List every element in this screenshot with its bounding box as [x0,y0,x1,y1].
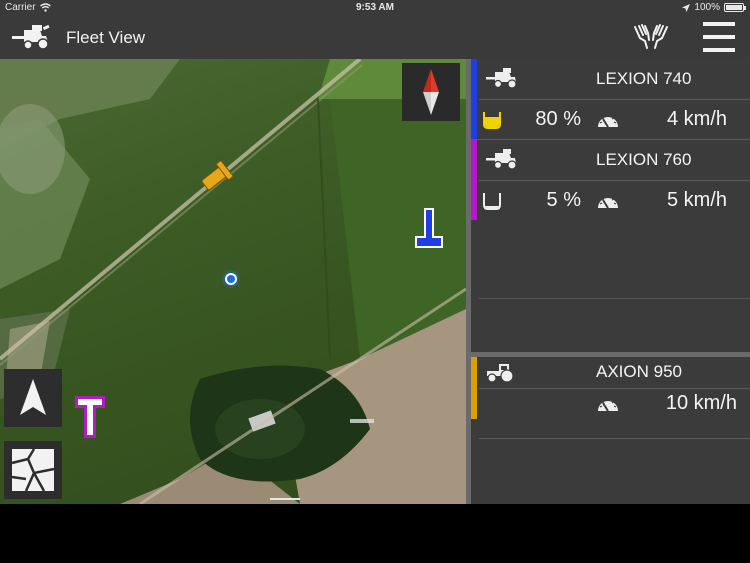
bottom-area [0,504,750,563]
tractor-icon [487,364,514,383]
navigation-arrow-icon [20,379,46,415]
compass-icon [423,69,439,115]
vehicle-color-bar [471,59,477,139]
grain-tank-icon [483,193,501,210]
vehicle-color-bar [471,140,477,220]
compass-button[interactable] [402,63,460,121]
vehicle-name: AXION 950 [596,362,682,381]
vehicle-card-axion-950[interactable]: AXION 950 10 km/h [471,357,750,437]
location-arrow-icon [682,3,691,12]
combine-harvester-icon [486,149,517,170]
navigate-button[interactable] [4,369,62,427]
battery-percent: 100% [694,2,720,13]
battery-icon [724,3,746,12]
grain-tank-fill: 5 % [546,189,581,211]
status-bar: Carrier 9:53 AM 100% [0,0,750,16]
vehicle-card-lexion-740[interactable]: LEXION 740 80 % 4 km/h [471,59,750,139]
grain-tank-fill: 80 % [535,108,581,130]
card-separator [479,388,750,389]
card-separator [479,180,750,181]
satellite-map[interactable] [0,59,466,504]
list-separator [479,298,750,299]
combine-harvester-icon [486,68,517,89]
vehicle-list: LEXION 740 80 % 4 km/h LEXION 760 5 % 5 … [471,59,750,504]
magenta-vehicle-marker-icon[interactable] [72,392,108,440]
menu-line [703,35,735,39]
menu-button[interactable] [703,20,735,54]
blue-vehicle-marker-icon[interactable] [412,206,446,252]
vehicle-color-bar [471,357,477,419]
speedometer-icon [598,399,618,412]
speedometer-icon [598,115,618,128]
field-parcels-button[interactable] [4,441,62,499]
list-separator [479,438,750,439]
vehicle-speed: 4 km/h [666,108,727,130]
field-map-icon [11,448,55,492]
menu-line [703,22,735,26]
card-separator [479,99,750,100]
menu-line [703,48,735,52]
vehicle-name: LEXION 740 [596,69,692,88]
status-time: 9:53 AM [356,2,394,13]
vehicle-name: LEXION 760 [596,150,692,169]
grain-tank-icon [483,112,501,129]
hands-icon[interactable] [632,24,670,50]
vehicle-speed: 10 km/h [665,392,737,414]
harvester-marker-icon[interactable] [198,159,234,195]
current-location-icon [222,270,240,288]
nav-bar: Fleet View [0,16,750,59]
page-title: Fleet View [66,28,146,47]
vehicle-speed: 5 km/h [666,189,727,211]
speedometer-icon [598,196,618,209]
vehicle-card-lexion-760[interactable]: LEXION 760 5 % 5 km/h [471,140,750,220]
combine-harvester-logo-icon[interactable] [10,24,52,50]
